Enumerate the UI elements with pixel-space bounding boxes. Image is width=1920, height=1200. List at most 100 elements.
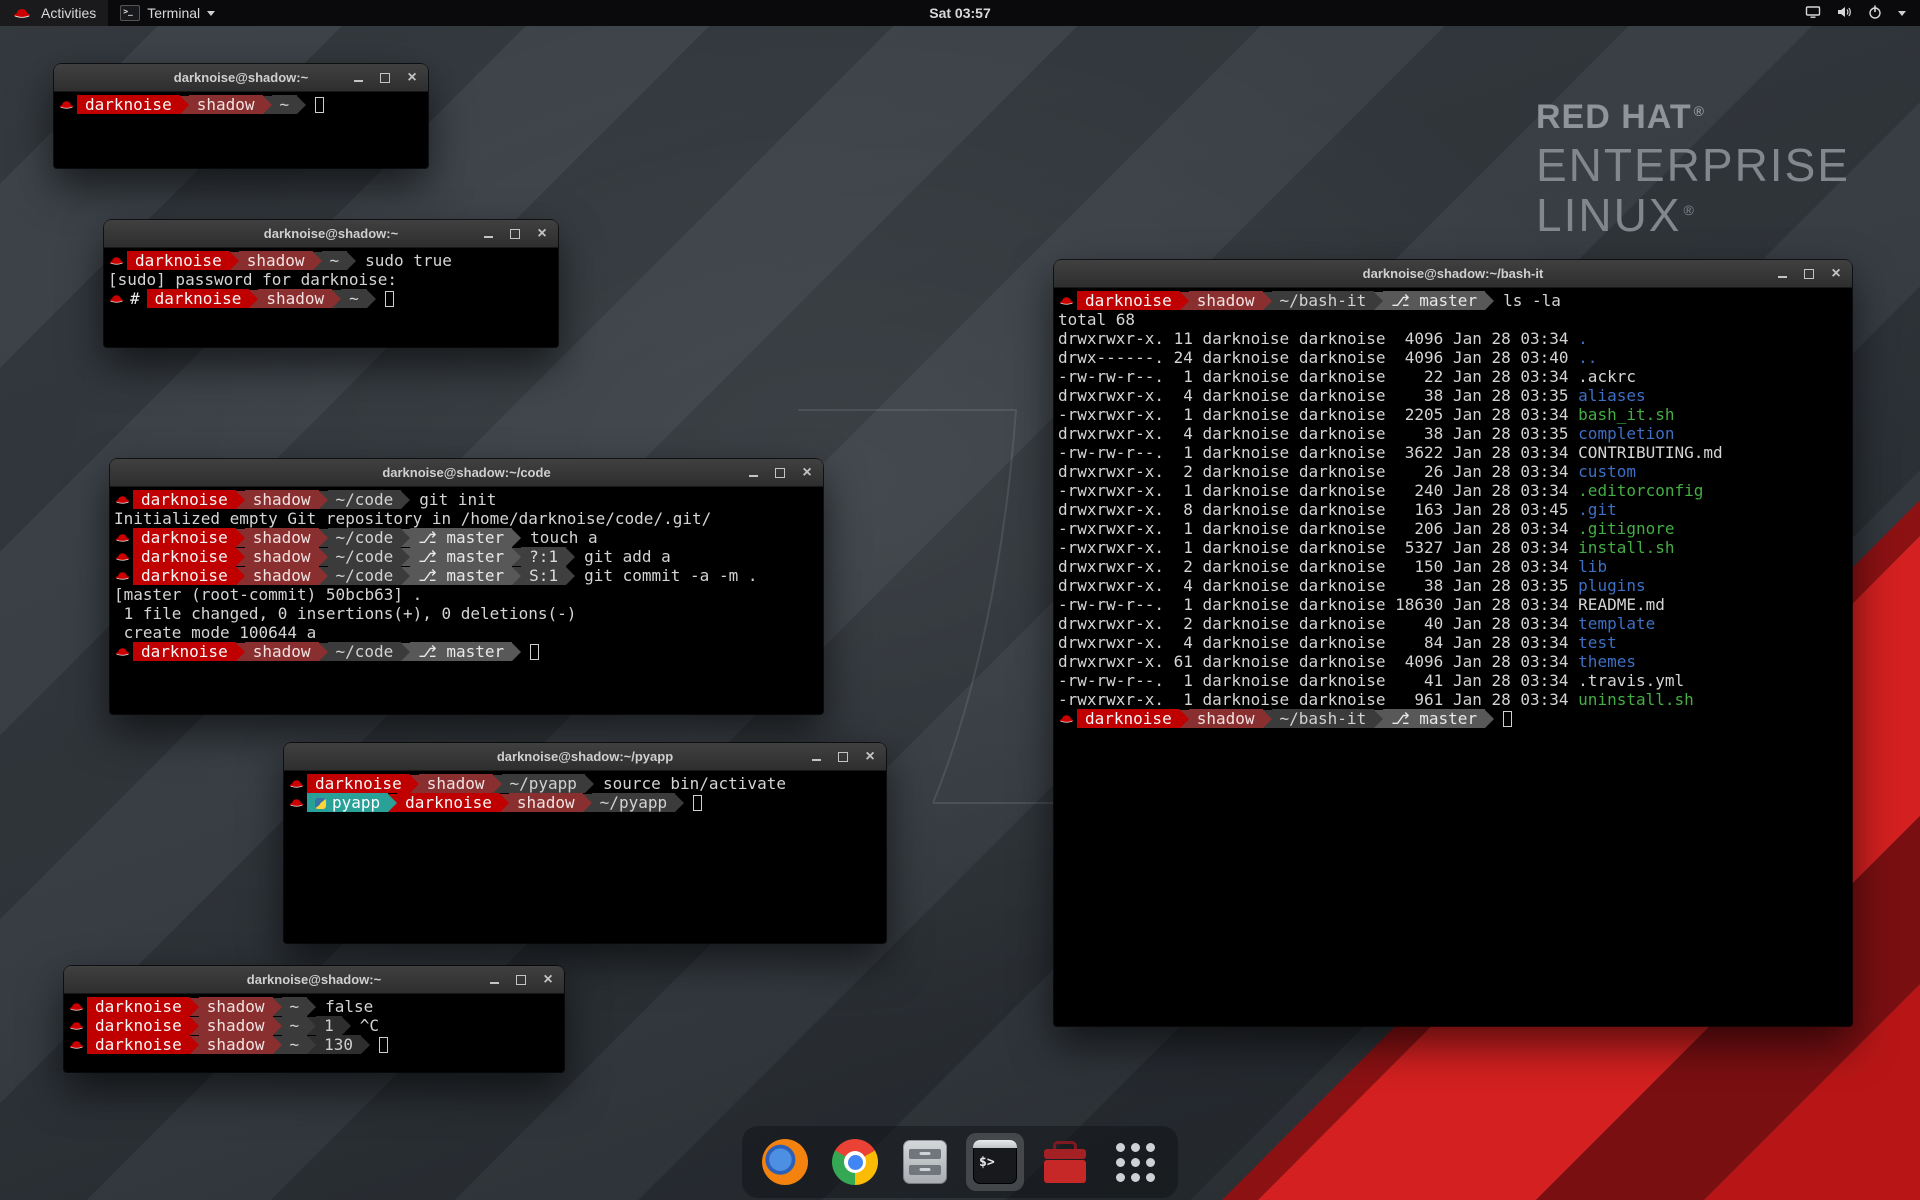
redhat-branding: RED HAT® ENTERPRISE LINUX® bbox=[1536, 100, 1850, 239]
terminal-prompt-line: darknoiseshadow~130 bbox=[68, 1035, 564, 1054]
app-menu-terminal[interactable]: >_ Terminal bbox=[108, 0, 227, 26]
terminal-ls-row: -rw-rw-r--. 1 darknoise darknoise 41 Jan… bbox=[1058, 671, 1852, 690]
close-button[interactable]: × bbox=[1829, 267, 1843, 281]
maximize-button[interactable] bbox=[508, 227, 522, 241]
minimize-button[interactable] bbox=[481, 227, 495, 241]
minimize-button[interactable] bbox=[487, 973, 501, 987]
terminal-viewport[interactable]: darknoiseshadow~/codegit initInitialized… bbox=[110, 487, 823, 714]
terminal-window-code: darknoise@shadow:~/code×darknoiseshadow~… bbox=[110, 459, 823, 714]
dock-terminal[interactable]: $> bbox=[966, 1133, 1024, 1191]
prompt-segment-user: darknoise bbox=[133, 566, 236, 585]
prompt-segment-host: shadow bbox=[199, 1035, 273, 1054]
dock-toolbox[interactable] bbox=[1036, 1133, 1094, 1191]
terminal-window-pyapp: darknoise@shadow:~/pyapp×darknoiseshadow… bbox=[284, 743, 886, 943]
prompt-segment-user: darknoise bbox=[133, 490, 236, 509]
powerline-separator-icon bbox=[190, 1017, 199, 1035]
terminal-output-line: [sudo] password for darknoise: bbox=[108, 270, 558, 289]
ls-row-filename: CONTRIBUTING.md bbox=[1578, 443, 1723, 462]
terminal-window-home-3: darknoise@shadow:~ × darknoiseshadow~false… bbox=[64, 966, 564, 1072]
dock-chrome[interactable] bbox=[826, 1133, 884, 1191]
prompt-segment-git: ⎇ master bbox=[410, 547, 512, 566]
ls-row-meta: -rwxrwxr-x. 1 darknoise darknoise 961 Ja… bbox=[1058, 690, 1578, 709]
maximize-button[interactable] bbox=[836, 750, 850, 764]
powerline-separator-icon bbox=[512, 567, 521, 585]
window-titlebar[interactable]: darknoise@shadow:~× bbox=[104, 220, 558, 248]
powerline-separator-icon bbox=[263, 96, 272, 114]
powerline-separator-icon bbox=[493, 775, 502, 793]
prompt-segment-user: darknoise bbox=[77, 95, 180, 114]
close-button[interactable]: × bbox=[541, 973, 555, 987]
terminal-window-bash-it: darknoise@shadow:~/bash-it × darknoiseshad… bbox=[1054, 260, 1852, 1026]
maximize-button[interactable] bbox=[773, 466, 787, 480]
terminal-ls-row: drwxrwxr-x. 4 darknoise darknoise 38 Jan… bbox=[1058, 576, 1852, 595]
minimize-button[interactable] bbox=[746, 466, 760, 480]
window-titlebar[interactable]: darknoise@shadow:~× bbox=[54, 64, 428, 92]
terminal-viewport[interactable]: darknoiseshadow~ bbox=[54, 92, 428, 168]
ls-row-meta: drwxrwxr-x. 2 darknoise darknoise 150 Ja… bbox=[1058, 557, 1578, 576]
window-titlebar[interactable]: darknoise@shadow:~/code × bbox=[110, 459, 823, 487]
minimize-button[interactable] bbox=[1775, 267, 1789, 281]
redhat-prompt-icon bbox=[69, 1002, 84, 1012]
terminal-prompt-line: darknoiseshadow~/codegit init bbox=[114, 490, 823, 509]
window-title: darknoise@shadow:~/bash-it bbox=[1363, 266, 1544, 281]
terminal-prompt-line: darknoiseshadow~false bbox=[68, 997, 564, 1016]
redhat-prompt-icon bbox=[1059, 714, 1074, 724]
powerline-separator-icon bbox=[1485, 292, 1494, 310]
powerline-separator-icon bbox=[319, 567, 328, 585]
window-title: darknoise@shadow:~/code bbox=[382, 465, 550, 480]
powerline-separator-icon bbox=[566, 567, 575, 585]
close-button[interactable]: × bbox=[405, 71, 419, 85]
dock-firefox[interactable] bbox=[756, 1133, 814, 1191]
minimize-button[interactable] bbox=[351, 71, 365, 85]
maximize-button[interactable] bbox=[514, 973, 528, 987]
powerline-separator-icon bbox=[1374, 710, 1383, 728]
prompt-segment-path: ~/code bbox=[328, 547, 402, 566]
ls-row-filename: plugins bbox=[1578, 576, 1645, 595]
terminal-viewport[interactable]: darknoiseshadow~falsedarknoiseshadow~1^C… bbox=[64, 994, 564, 1072]
ls-row-meta: -rwxrwxr-x. 1 darknoise darknoise 206 Ja… bbox=[1058, 519, 1578, 538]
close-button[interactable]: × bbox=[863, 750, 877, 764]
close-button[interactable]: × bbox=[800, 466, 814, 480]
prompt-segment-host: shadow bbox=[239, 251, 313, 270]
ls-row-filename: .ackrc bbox=[1578, 367, 1636, 386]
prompt-segment-path: ~/code bbox=[328, 642, 402, 661]
powerline-separator-icon bbox=[583, 794, 592, 812]
minimize-button[interactable] bbox=[809, 750, 823, 764]
terminal-viewport[interactable]: darknoiseshadow~/pyappsource bin/activat… bbox=[284, 771, 886, 943]
terminal-prompt-line: darknoiseshadow~/bash-it⎇ master bbox=[1058, 709, 1852, 728]
ls-row-meta: -rwxrwxr-x. 1 darknoise darknoise 2205 J… bbox=[1058, 405, 1578, 424]
terminal-viewport[interactable]: darknoiseshadow~sudo true[sudo] password… bbox=[104, 248, 558, 347]
dock-app-grid[interactable] bbox=[1106, 1133, 1164, 1191]
terminal-ls-row: drwxrwxr-x. 8 darknoise darknoise 163 Ja… bbox=[1058, 500, 1852, 519]
powerline-separator-icon bbox=[401, 491, 410, 509]
close-button[interactable]: × bbox=[535, 227, 549, 241]
terminal-output-line: Initialized empty Git repository in /hom… bbox=[114, 509, 823, 528]
window-titlebar[interactable]: darknoise@shadow:~ × bbox=[64, 966, 564, 994]
window-title: darknoise@shadow:~ bbox=[247, 972, 381, 987]
prompt-segment-path: ~ bbox=[282, 1016, 308, 1035]
maximize-button[interactable] bbox=[1802, 267, 1816, 281]
ls-row-filename: uninstall.sh bbox=[1578, 690, 1694, 709]
prompt-segment-user: darknoise bbox=[133, 528, 236, 547]
terminal-ls-row: -rw-rw-r--. 1 darknoise darknoise 22 Jan… bbox=[1058, 367, 1852, 386]
terminal-viewport[interactable]: darknoiseshadow~/bash-it⎇ masterls -lato… bbox=[1054, 288, 1852, 1026]
terminal-ls-row: drwxrwxr-x. 61 darknoise darknoise 4096 … bbox=[1058, 652, 1852, 671]
powerline-separator-icon bbox=[319, 548, 328, 566]
window-titlebar[interactable]: darknoise@shadow:~/pyapp× bbox=[284, 743, 886, 771]
clock[interactable]: Sat 03:57 bbox=[929, 5, 990, 21]
activities-button[interactable]: Activities bbox=[0, 0, 108, 26]
prompt-segment-user: darknoise bbox=[397, 793, 500, 812]
dock-files[interactable] bbox=[896, 1133, 954, 1191]
prompt-segment-user: darknoise bbox=[133, 642, 236, 661]
typed-command: git add a bbox=[575, 547, 671, 566]
maximize-button[interactable] bbox=[378, 71, 392, 85]
prompt-segment-path: ~/bash-it bbox=[1272, 709, 1375, 728]
window-titlebar[interactable]: darknoise@shadow:~/bash-it × bbox=[1054, 260, 1852, 288]
system-status-area[interactable] bbox=[1805, 0, 1920, 26]
terminal-window-home-2: darknoise@shadow:~×darknoiseshadow~sudo … bbox=[104, 220, 558, 347]
redhat-prompt-icon bbox=[109, 294, 124, 304]
chrome-icon bbox=[832, 1139, 878, 1185]
prompt-segment-host: shadow bbox=[258, 289, 332, 308]
prompt-segment-host: shadow bbox=[245, 566, 319, 585]
brand-line-linux: LINUX® bbox=[1536, 191, 1850, 239]
